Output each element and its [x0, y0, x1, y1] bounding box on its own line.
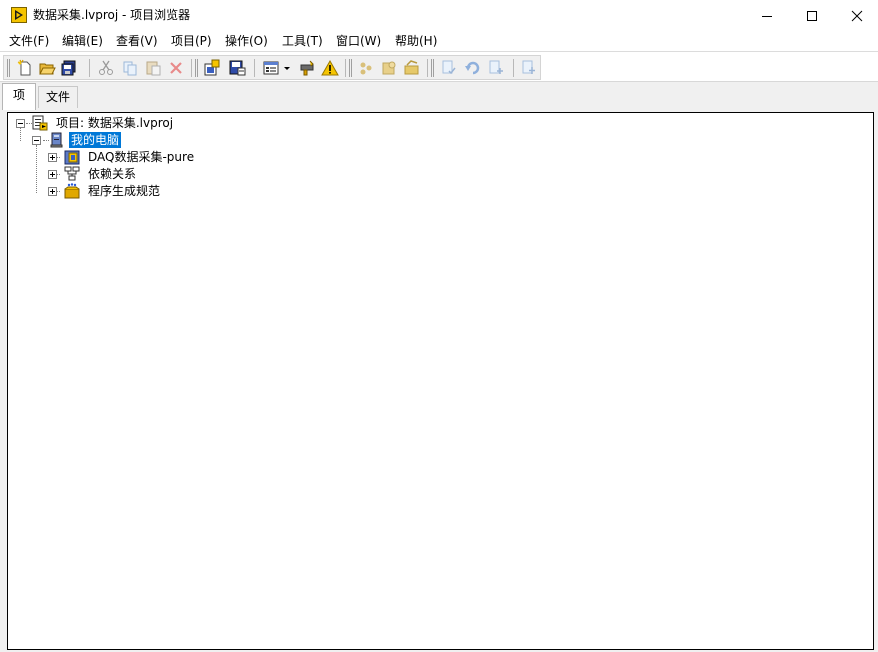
check-icon[interactable]: [440, 59, 458, 77]
view-options-icon[interactable]: [262, 59, 280, 77]
paste-icon[interactable]: [145, 59, 163, 77]
toolbar-separator: [254, 59, 255, 77]
tree-item-label: 我的电脑: [69, 132, 122, 148]
tab-strip: 项 文件: [0, 81, 878, 110]
project-tree[interactable]: 项目: 数据采集.lvproj 我的电脑 DAQ数据采集-pure 依赖关系 程…: [7, 112, 874, 650]
toolbar-grip[interactable]: [431, 59, 434, 77]
tree-connector: [36, 145, 37, 193]
toolbar-grip[interactable]: [7, 59, 10, 77]
close-icon: [851, 10, 863, 21]
tree-item-label: 依赖关系: [88, 167, 137, 181]
title-bar: 数据采集.lvproj - 项目浏览器: [0, 0, 878, 31]
toolbar-separator: [345, 59, 346, 77]
toolbar-separator: [427, 59, 428, 77]
toolbar-separator: [513, 59, 514, 77]
menu-bar: 文件(F) 编辑(E) 查看(V) 项目(P) 操作(O) 工具(T) 窗口(W…: [0, 31, 878, 51]
save-all-icon[interactable]: [60, 59, 78, 77]
expand-icon[interactable]: [48, 153, 57, 162]
dependencies-icon: [64, 166, 80, 181]
build-specs-icon: [64, 183, 80, 199]
build-all-icon[interactable]: [403, 59, 421, 77]
deploy-icon[interactable]: [357, 59, 375, 77]
tree-item-project[interactable]: 项目: 数据采集.lvproj: [14, 115, 314, 132]
tab-items[interactable]: 项: [2, 83, 36, 110]
new-icon[interactable]: [16, 59, 34, 77]
tree-item-label: 程序生成规范: [88, 184, 161, 198]
copy-icon[interactable]: [121, 59, 139, 77]
tree-item-build-specs[interactable]: 程序生成规范: [46, 183, 266, 200]
save-icon[interactable]: [228, 59, 246, 77]
maximize-button[interactable]: [789, 0, 835, 31]
expand-icon[interactable]: [48, 170, 57, 179]
build-icon[interactable]: [380, 59, 398, 77]
close-button[interactable]: [834, 0, 878, 31]
menu-tools[interactable]: 工具(T): [282, 33, 323, 49]
toolbar-area: [0, 51, 878, 81]
open-icon[interactable]: [38, 59, 56, 77]
menu-help[interactable]: 帮助(H): [395, 33, 437, 49]
menu-view[interactable]: 查看(V): [116, 33, 158, 49]
maximize-icon: [807, 10, 817, 21]
warning-icon[interactable]: [321, 59, 339, 77]
cut-icon[interactable]: [97, 59, 115, 77]
minimize-button[interactable]: [744, 0, 790, 31]
tree-item-label: DAQ数据采集-pure: [88, 150, 195, 164]
minimize-icon: [762, 15, 772, 17]
window-title: 数据采集.lvproj - 项目浏览器: [33, 8, 191, 22]
redo-icon[interactable]: [487, 59, 505, 77]
collapse-icon[interactable]: [16, 119, 25, 128]
collapse-icon[interactable]: [32, 136, 41, 145]
delete-icon[interactable]: [167, 59, 185, 77]
tree-item-dependencies[interactable]: 依赖关系: [46, 166, 266, 183]
dropdown-arrow-icon[interactable]: [282, 59, 292, 77]
menu-window[interactable]: 窗口(W): [336, 33, 381, 49]
expand-icon[interactable]: [48, 187, 57, 196]
undo-icon[interactable]: [464, 59, 482, 77]
computer-icon: [50, 132, 63, 148]
toolbar-separator: [89, 59, 90, 77]
project-panel: 项目: 数据采集.lvproj 我的电脑 DAQ数据采集-pure 依赖关系 程…: [0, 108, 878, 652]
tab-files[interactable]: 文件: [38, 86, 78, 109]
menu-operate[interactable]: 操作(O): [225, 33, 268, 49]
add-item-icon[interactable]: [520, 59, 538, 77]
tree-item-label: 项目: 数据采集.lvproj: [56, 116, 174, 130]
folder-library-icon: [64, 150, 80, 165]
toolbar: [3, 55, 541, 80]
toolbar-grip[interactable]: [349, 59, 352, 77]
project-build-icon[interactable]: [203, 59, 221, 77]
toolbar-separator: [191, 59, 192, 77]
tree-item-my-computer[interactable]: 我的电脑: [30, 132, 230, 149]
labview-app-icon: [11, 7, 27, 23]
menu-project[interactable]: 项目(P): [171, 33, 212, 49]
menu-file[interactable]: 文件(F): [9, 33, 49, 49]
menu-edit[interactable]: 编辑(E): [62, 33, 103, 49]
tools-icon[interactable]: [298, 59, 316, 77]
toolbar-grip[interactable]: [195, 59, 198, 77]
tree-item-daq-library[interactable]: DAQ数据采集-pure: [46, 149, 266, 166]
project-icon: [32, 115, 48, 131]
